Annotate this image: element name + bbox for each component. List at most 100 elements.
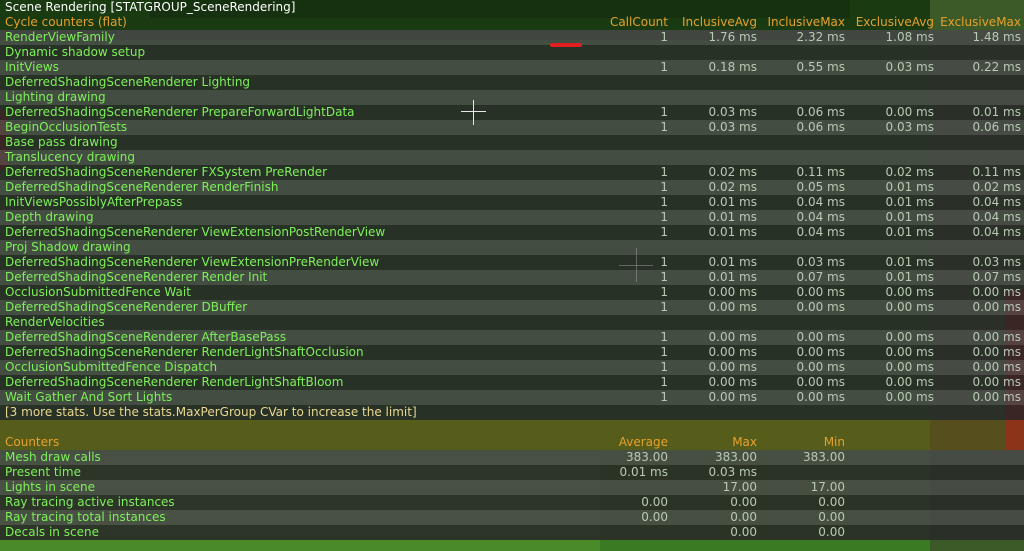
stat-value: 0.01 ms	[885, 195, 934, 209]
stat-name: DeferredShadingSceneRenderer RenderLight…	[5, 345, 364, 359]
col-header-inclusive-avg: InclusiveAvg	[682, 15, 757, 29]
more-stats-row: [3 more stats. Use the stats.MaxPerGroup…	[0, 405, 1024, 420]
stat-value: 1	[660, 300, 668, 314]
stat-value: 1	[660, 120, 668, 134]
stat-value: 1	[660, 165, 668, 179]
counter-name: Lights in scene	[5, 480, 95, 494]
stat-name: DeferredShadingSceneRenderer ViewExtensi…	[5, 255, 380, 269]
stat-value: 0.00 ms	[972, 360, 1021, 374]
stat-name: DeferredShadingSceneRenderer RenderFinis…	[5, 180, 279, 194]
stat-value: 1	[660, 345, 668, 359]
stat-name: DeferredShadingSceneRenderer DBuffer	[5, 300, 248, 314]
stat-value: 0.00 ms	[796, 285, 845, 299]
stat-name: BeginOcclusionTests	[5, 120, 128, 134]
table-row: DeferredShadingSceneRenderer RenderLight…	[0, 345, 1024, 360]
stat-value: 0.00 ms	[796, 360, 845, 374]
stat-value: 0.04 ms	[796, 210, 845, 224]
stat-value: 0.00 ms	[885, 345, 934, 359]
table-row: BeginOcclusionTests 1 0.03 ms 0.06 ms 0.03 m…	[0, 120, 1024, 135]
red-marker	[550, 43, 582, 47]
table-row: Proj Shadow drawing	[0, 240, 1024, 255]
stat-value: 0.00 ms	[885, 285, 934, 299]
stat-name: RenderVelocities	[5, 315, 105, 329]
col-header-average: Average	[618, 435, 668, 449]
table-row: DeferredShadingSceneRenderer Render Init…	[0, 270, 1024, 285]
stat-value: 0.01 ms	[972, 105, 1021, 119]
counter-value: 0.00	[730, 525, 757, 539]
stat-name: Depth drawing	[5, 210, 94, 224]
table-row: Mesh draw calls 383.00 383.00 383.00	[0, 450, 1024, 465]
counter-value: 0.00	[730, 495, 757, 509]
stat-value: 1.76 ms	[708, 30, 757, 44]
stat-value: 0.02 ms	[708, 165, 757, 179]
stat-value: 0.00 ms	[796, 390, 845, 404]
counter-name: Present time	[5, 465, 81, 479]
stat-value: 0.00 ms	[708, 330, 757, 344]
table-row: DeferredShadingSceneRenderer AfterBasePa…	[0, 330, 1024, 345]
col-header-exclusive-max: ExclusiveMax	[940, 15, 1021, 29]
stat-value: 0.04 ms	[796, 225, 845, 239]
stat-value: 0.11 ms	[972, 165, 1021, 179]
counter-name: Ray tracing active instances	[5, 495, 175, 509]
counters-table: Mesh draw calls 383.00 383.00 383.00 Present…	[0, 450, 1024, 540]
stat-value: 0.01 ms	[885, 210, 934, 224]
stat-value: 1	[660, 30, 668, 44]
col-header-exclusive-avg: ExclusiveAvg	[855, 15, 934, 29]
table-row: DeferredShadingSceneRenderer Lighting	[0, 75, 1024, 90]
stat-value: 0.01 ms	[885, 225, 934, 239]
counter-value: 17.00	[810, 480, 845, 494]
table-row: Dynamic shadow setup	[0, 45, 1024, 60]
counter-name: Decals in scene	[5, 525, 99, 539]
stat-value: 1	[660, 210, 668, 224]
stat-value: 0.06 ms	[796, 105, 845, 119]
table-row: Lighting drawing	[0, 90, 1024, 105]
stat-value: 0.00 ms	[796, 300, 845, 314]
counter-value: 383.00	[803, 450, 845, 464]
counter-value: 383.00	[626, 450, 668, 464]
stat-value: 0.00 ms	[885, 390, 934, 404]
stat-value: 0.55 ms	[796, 60, 845, 74]
table-row: DeferredShadingSceneRenderer RenderFinis…	[0, 180, 1024, 195]
stat-value: 0.02 ms	[708, 180, 757, 194]
counter-name: Mesh draw calls	[5, 450, 101, 464]
counter-value: 0.00	[818, 495, 845, 509]
stat-value: 0.00 ms	[885, 330, 934, 344]
stat-name: OcclusionSubmittedFence Dispatch	[5, 360, 218, 374]
stat-value: 1	[660, 105, 668, 119]
table-row: Ray tracing active instances 0.00 0.00 0.00	[0, 495, 1024, 510]
stat-value: 0.01 ms	[885, 255, 934, 269]
counter-value: 383.00	[715, 450, 757, 464]
col-header-min: Min	[823, 435, 845, 449]
stat-value: 1	[660, 390, 668, 404]
stat-value: 0.03 ms	[708, 120, 757, 134]
table-row: DeferredShadingSceneRenderer DBuffer 1 0.0…	[0, 300, 1024, 315]
cycle-counter-table: RenderViewFamily 1 1.76 ms 2.32 ms 1.08 ms 1.…	[0, 30, 1024, 405]
stat-value: 0.04 ms	[972, 225, 1021, 239]
col-header-inclusive-max: InclusiveMax	[767, 15, 845, 29]
table-row: DeferredShadingSceneRenderer PrepareForw…	[0, 105, 1024, 120]
stat-value: 0.03 ms	[708, 105, 757, 119]
stats-overlay: Scene Rendering [STATGROUP_SceneRenderin…	[0, 0, 1024, 540]
stat-name: InitViewsPossiblyAfterPrepass	[5, 195, 183, 209]
stat-value: 0.00 ms	[796, 375, 845, 389]
stat-name: Base pass drawing	[5, 135, 118, 149]
stat-value: 0.06 ms	[972, 120, 1021, 134]
table-row: DeferredShadingSceneRenderer ViewExtensi…	[0, 225, 1024, 240]
counters-header-row: Counters Average Max Min	[0, 435, 1024, 450]
table-row: RenderVelocities	[0, 315, 1024, 330]
stat-value: 1	[660, 285, 668, 299]
stat-value: 0.01 ms	[708, 210, 757, 224]
stat-name: DeferredShadingSceneRenderer Lighting	[5, 75, 251, 89]
table-row: DeferredShadingSceneRenderer ViewExtensi…	[0, 255, 1024, 270]
stat-name: DeferredShadingSceneRenderer FXSystem Pr…	[5, 165, 328, 179]
table-row: DeferredShadingSceneRenderer FXSystem Pr…	[0, 165, 1024, 180]
stat-value: 0.05 ms	[796, 180, 845, 194]
stat-value: 1	[660, 225, 668, 239]
table-row: Base pass drawing	[0, 135, 1024, 150]
stat-value: 0.04 ms	[972, 210, 1021, 224]
counter-value: 0.00	[641, 495, 668, 509]
table-row: InitViewsPossiblyAfterPrepass 1 0.01 ms 0.0…	[0, 195, 1024, 210]
stat-value: 0.03 ms	[796, 255, 845, 269]
stat-value: 0.00 ms	[972, 390, 1021, 404]
stat-value: 0.00 ms	[972, 345, 1021, 359]
